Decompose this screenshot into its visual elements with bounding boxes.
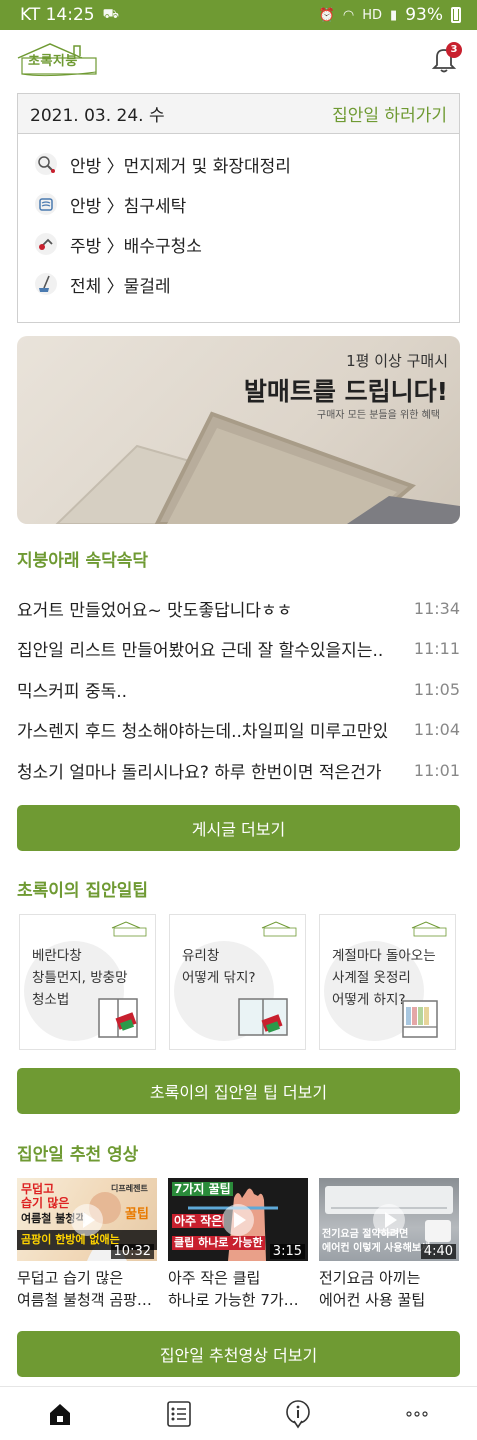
todo-item-label: 안방 〉먼지제거 및 화장대정리 (70, 156, 291, 177)
more-icon (406, 1410, 428, 1417)
duster-icon (35, 153, 57, 175)
wifi-icon: ◠ (342, 7, 355, 23)
battery-icon (451, 7, 461, 23)
thumb-caption: 클립 하나로 가능한 (172, 1236, 265, 1250)
post-row[interactable]: 요거트 만들었어요~ 맛도좋답니다ㅎㅎ 11:34 (17, 588, 460, 629)
notification-badge: 3 (446, 42, 462, 58)
post-title: 가스렌지 후드 청소해야하는데..차일피일 미루고만있 (17, 722, 389, 743)
video-title: 전기요금 아끼는 에어컨 사용 꿀팁 (319, 1269, 426, 1309)
post-time: 11:11 (413, 639, 460, 659)
logo-text: 초록지붕 (28, 54, 78, 69)
thumb-caption: 무덥고 (21, 1182, 55, 1196)
tip-logo-icon (411, 921, 447, 937)
post-row[interactable]: 집안일 리스트 만들어봤어요 근데 잘 할수있을지는.. 11:11 (17, 629, 460, 670)
thumb-caption: 아주 작은 (172, 1214, 225, 1228)
video-item[interactable]: 전기요금 절약하려면 에어컨 이렇게 사용해보세 4:40 전기요금 아끼는 에… (319, 1178, 459, 1311)
hd-icon: HD (362, 7, 383, 23)
more-tips-button[interactable]: 초록이의 집안일 팁 더보기 (17, 1068, 460, 1114)
todo-item-label: 안방 〉침구세탁 (70, 196, 187, 217)
play-icon (373, 1204, 405, 1236)
more-posts-button[interactable]: 게시글 더보기 (17, 805, 460, 851)
video-thumbnail: 무덥고 습기 많은 여름철 불청객 곰팡이 한방에 없애는 꿀팁 디프레젠트 1… (17, 1178, 157, 1261)
list-icon (167, 1400, 191, 1427)
window-icon (98, 998, 138, 1038)
video-thumbnail: 전기요금 절약하려면 에어컨 이렇게 사용해보세 4:40 (319, 1178, 459, 1261)
tip-card[interactable]: 계절마다 돌아오는 사계절 옷정리 어떻게 하지? (319, 914, 456, 1050)
video-item[interactable]: 무덥고 습기 많은 여름철 불청객 곰팡이 한방에 없애는 꿀팁 디프레젠트 1… (17, 1178, 157, 1311)
nav-info[interactable] (268, 1394, 328, 1434)
mop-icon (35, 273, 57, 295)
go-chores-link[interactable]: 집안일 하러가기 (332, 101, 447, 126)
post-time: 11:05 (413, 679, 460, 699)
video-title: 아주 작은 클립 하나로 가능한 7가… (168, 1269, 299, 1309)
todo-date: 2021. 03. 24. 수 (30, 106, 165, 126)
tip-logo-icon (111, 921, 147, 937)
post-time: 11:04 (413, 720, 460, 740)
status-time: KT 14:25 (20, 5, 95, 25)
video-item[interactable]: 7가지 꿀팁 아주 작은 클립 하나로 가능한 3:15 아주 작은 클립 하나… (168, 1178, 308, 1311)
thumb-caption: 습기 많은 (21, 1196, 70, 1210)
thumb-caption: 에어컨 이렇게 사용해보세 (322, 1243, 431, 1254)
tip-text: 유리창 어떻게 닦지? (182, 948, 256, 986)
alarm-icon: ⏰ (318, 7, 335, 23)
todo-card: 2021. 03. 24. 수 집안일 하러가기 안방 〉먼지제거 및 화장대정… (17, 93, 460, 323)
more-videos-button[interactable]: 집안일 추천영상 더보기 (17, 1331, 460, 1377)
video-duration: 4:40 (420, 1244, 456, 1259)
video-thumbnail: 7가지 꿀팁 아주 작은 클립 하나로 가능한 3:15 (168, 1178, 308, 1261)
thumb-caption: 꿀팁 (125, 1207, 149, 1222)
signal-icon: ▮ (390, 7, 398, 23)
post-title: 믹스커피 중독.. (17, 681, 128, 702)
post-title: 청소기 얼마나 돌리시나요? 하루 한번이면 적은건가 (17, 762, 382, 783)
video-title: 무덥고 습기 많은 여름철 불청객 곰팡… (17, 1269, 152, 1309)
tips-section-title: 초록이의 집안일팁 (17, 881, 149, 901)
tip-card[interactable]: 유리창 어떻게 닦지? (169, 914, 306, 1050)
todo-item[interactable]: 안방 〉먼지제거 및 화장대정리 (18, 144, 459, 184)
tip-logo-icon (261, 921, 297, 937)
thumb-caption: 곰팡이 한방에 없애는 (21, 1233, 120, 1246)
banner-title: 발매트를 드립니다! (243, 377, 448, 406)
todo-item[interactable]: 전체 〉물걸레 (18, 264, 459, 304)
nav-list[interactable] (149, 1394, 209, 1434)
info-icon (286, 1399, 310, 1428)
banner-subtitle: 1평 이상 구매시 (346, 352, 448, 370)
washing-icon (35, 193, 57, 215)
post-title: 요거트 만들었어요~ 맛도좋답니다ㅎㅎ (17, 600, 293, 621)
todo-list: 안방 〉먼지제거 및 화장대정리 안방 〉침구세탁 주방 〉배수구청소 전체 〉… (18, 134, 459, 304)
battery-percent: 93% (405, 5, 443, 25)
post-list: 요거트 만들었어요~ 맛도좋답니다ㅎㅎ 11:34 집안일 리스트 만들어봤어요… (17, 588, 460, 791)
post-row[interactable]: 믹스커피 중독.. 11:05 (17, 669, 460, 710)
thumb-caption: 디프레젠트 (111, 1184, 148, 1193)
post-time: 11:01 (413, 760, 460, 780)
drain-icon (35, 233, 57, 255)
status-bar: KT 14:25 ⛟ ⏰ ◠ HD ▮ 93% (0, 0, 477, 30)
home-icon (49, 1403, 70, 1425)
tip-card[interactable]: 베란다창 창틀먼지, 방충망 청소법 (19, 914, 156, 1050)
glass-window-icon (238, 998, 288, 1036)
post-title: 집안일 리스트 만들어봤어요 근데 잘 할수있을지는.. (17, 641, 384, 662)
nav-home[interactable] (30, 1394, 90, 1434)
board-section-title: 지붕아래 속닥속닥 (17, 551, 149, 571)
banner-note: 구매자 모든 분들을 위한 혜택 (316, 410, 440, 421)
nav-more[interactable] (387, 1394, 447, 1434)
video-duration: 10:32 (110, 1244, 154, 1259)
bottom-nav (0, 1386, 477, 1440)
post-row[interactable]: 청소기 얼마나 돌리시나요? 하루 한번이면 적은건가 11:01 (17, 750, 460, 791)
wardrobe-icon (402, 1000, 438, 1038)
todo-item[interactable]: 주방 〉배수구청소 (18, 224, 459, 264)
todo-item[interactable]: 안방 〉침구세탁 (18, 184, 459, 224)
todo-header: 2021. 03. 24. 수 집안일 하러가기 (18, 94, 459, 134)
app-bar: 초록지붕 3 (0, 30, 477, 92)
post-time: 11:34 (413, 598, 460, 618)
todo-item-label: 주방 〉배수구청소 (70, 236, 202, 257)
videos-section-title: 집안일 추천 영상 (17, 1145, 139, 1165)
thumb-caption: 7가지 꿀팁 (172, 1182, 233, 1196)
promo-banner[interactable]: 1평 이상 구매시 발매트를 드립니다! 구매자 모든 분들을 위한 혜택 (17, 336, 460, 524)
post-row[interactable]: 가스렌지 후드 청소해야하는데..차일피일 미루고만있 11:04 (17, 710, 460, 751)
notification-status-icon: ⛟ (102, 6, 119, 22)
play-icon (222, 1204, 254, 1236)
todo-item-label: 전체 〉물걸레 (70, 276, 171, 297)
play-icon (71, 1204, 103, 1236)
video-duration: 3:15 (269, 1244, 305, 1259)
